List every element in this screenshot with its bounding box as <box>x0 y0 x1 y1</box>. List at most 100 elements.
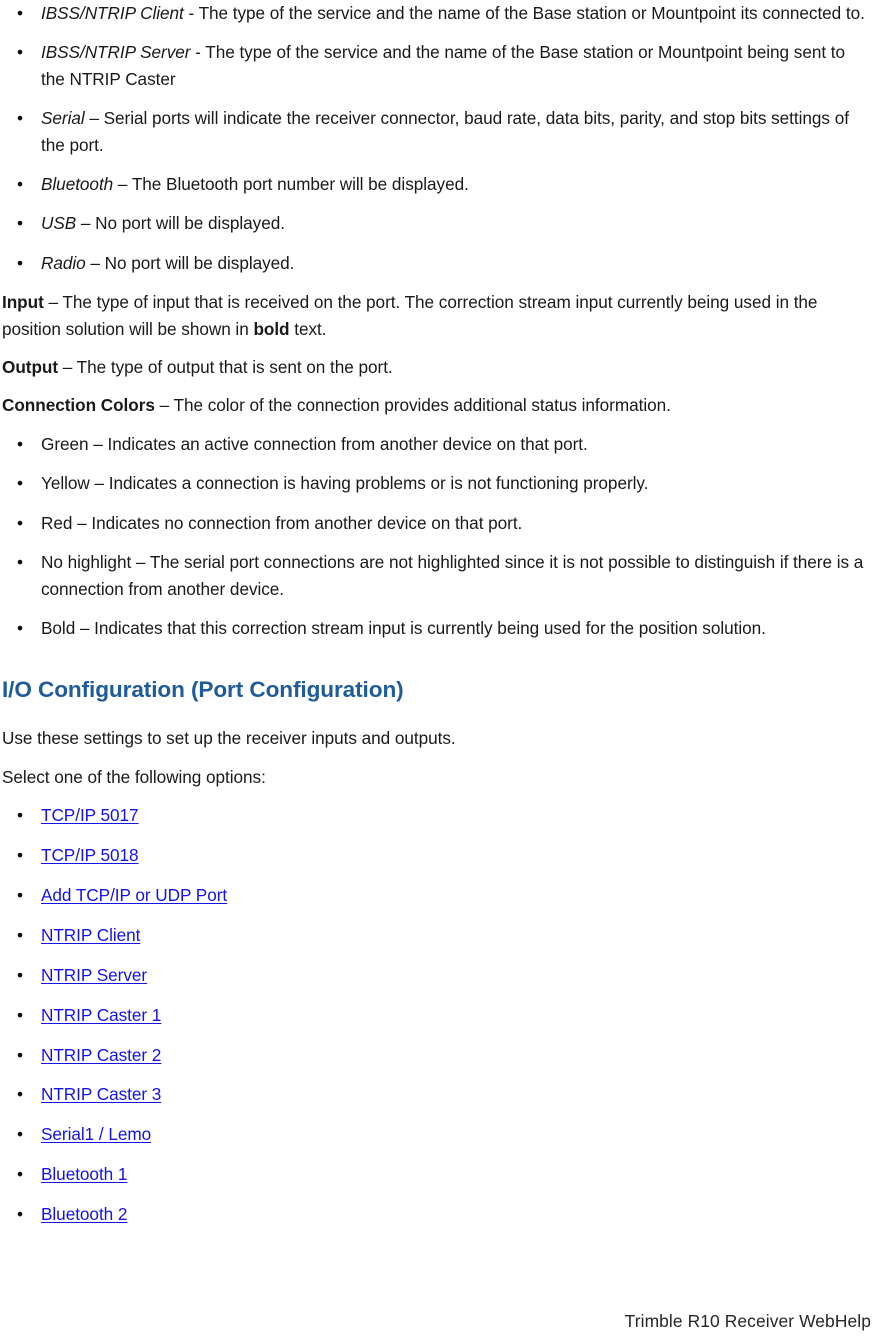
list-item-separator: – <box>84 108 104 129</box>
input-paragraph-block: Input – The type of input that is receiv… <box>2 289 871 342</box>
list-item-description: No port will be displayed. <box>104 252 295 273</box>
connection-color-bullet-list: Green – Indicates an active connection f… <box>2 431 871 641</box>
list-item-term: Radio <box>41 252 86 273</box>
list-item-term: IBSS/NTRIP Client <box>41 3 184 23</box>
input-separator: – <box>43 292 63 313</box>
list-item-term: IBSS/NTRIP Server <box>41 42 191 63</box>
connection-colors-separator: – <box>154 395 174 416</box>
list-item: Bold – Indicates that this correction st… <box>2 615 871 641</box>
document-page: IBSS/NTRIP Client - The type of the serv… <box>0 0 873 1336</box>
option-link[interactable]: TCP/IP 5017 <box>41 805 139 825</box>
list-item-description: The type of the service and the name of … <box>198 3 865 23</box>
list-item: Bluetooth – The Bluetooth port number wi… <box>2 171 871 197</box>
bullet-icon <box>17 1121 27 1147</box>
bullet-icon <box>17 882 27 908</box>
list-item-term: Bold <box>41 617 76 638</box>
list-item: Add TCP/IP or UDP Port <box>2 882 871 908</box>
bullet-icon <box>17 802 27 828</box>
list-item-term: Serial <box>41 108 85 129</box>
list-item-term: Red <box>41 512 73 533</box>
connection-colors-paragraph: Connection Colors – The color of the con… <box>2 392 871 418</box>
list-item-description: Indicates an active connection from anot… <box>107 433 588 454</box>
list-item: No highlight – The serial port connectio… <box>2 549 871 602</box>
list-item: NTRIP Caster 1 <box>2 1002 871 1028</box>
list-item-term: Green <box>41 433 89 454</box>
bullet-icon <box>17 1002 27 1028</box>
list-item-term: Yellow <box>41 473 90 494</box>
list-item-description: Indicates no connection from another dev… <box>91 512 523 533</box>
list-item: Bluetooth 1 <box>2 1161 871 1187</box>
input-text-before-bold: The type of input that is received on th… <box>2 292 818 339</box>
list-item-description: Indicates a connection is having problem… <box>108 473 649 494</box>
bullet-icon <box>17 0 27 26</box>
list-item: Bluetooth 2 <box>2 1201 871 1227</box>
bullet-icon <box>17 510 27 536</box>
list-item-separator: – <box>85 252 105 273</box>
option-link[interactable]: Serial1 / Lemo <box>41 1124 151 1144</box>
bullet-icon <box>17 842 27 868</box>
list-item-description: Serial ports will indicate the receiver … <box>41 108 849 155</box>
list-item: Green – Indicates an active connection f… <box>2 431 871 457</box>
list-item: Serial – Serial ports will indicate the … <box>2 105 871 158</box>
bullet-icon <box>17 250 27 276</box>
intro-paragraph-1-block: Use these settings to set up the receive… <box>2 725 871 751</box>
option-link[interactable]: NTRIP Caster 1 <box>41 1005 161 1025</box>
output-text: The type of output that is sent on the p… <box>76 357 393 378</box>
input-text-after-bold: text. <box>289 318 327 339</box>
list-item: NTRIP Caster 3 <box>2 1081 871 1107</box>
list-item: NTRIP Server <box>2 962 871 988</box>
list-item-term: No highlight <box>41 552 132 573</box>
intro-paragraph-1: Use these settings to set up the receive… <box>2 728 456 749</box>
section-heading-block: I/O Configuration (Port Configuration) <box>2 675 871 705</box>
output-paragraph-block: Output – The type of output that is sent… <box>2 354 871 380</box>
input-bold-word: bold <box>253 318 290 339</box>
list-item-description: The Bluetooth port number will be displa… <box>131 174 469 195</box>
list-item-separator: – <box>72 512 92 533</box>
bullet-icon <box>17 39 27 65</box>
bullet-icon <box>17 549 27 575</box>
option-link[interactable]: NTRIP Caster 3 <box>41 1084 161 1104</box>
option-link[interactable]: NTRIP Client <box>41 925 140 945</box>
bullet-icon <box>17 431 27 457</box>
bullet-icon <box>17 1201 27 1227</box>
output-label: Output <box>2 357 59 378</box>
page-title: I/O Configuration (Port Configuration) <box>2 677 404 703</box>
list-item-description: The serial port connections are not high… <box>41 552 864 599</box>
option-link[interactable]: Bluetooth 2 <box>41 1204 127 1224</box>
bullet-icon <box>17 105 27 131</box>
list-item-separator: - <box>190 42 206 63</box>
list-item: NTRIP Client <box>2 922 871 948</box>
bullet-icon <box>17 1161 27 1187</box>
bullet-icon <box>17 470 27 496</box>
list-item: Yellow – Indicates a connection is havin… <box>2 470 871 496</box>
output-separator: – <box>58 357 77 378</box>
input-paragraph: Input – The type of input that is receiv… <box>2 289 871 342</box>
list-item: IBSS/NTRIP Client - The type of the serv… <box>2 0 871 26</box>
option-link[interactable]: NTRIP Caster 2 <box>41 1045 161 1065</box>
list-item: TCP/IP 5018 <box>2 842 871 868</box>
page-content: IBSS/NTRIP Client - The type of the serv… <box>2 0 871 1241</box>
option-link-list: TCP/IP 5017 TCP/IP 5018 Add TCP/IP or UDP … <box>2 802 871 1227</box>
option-link[interactable]: NTRIP Server <box>41 965 147 985</box>
bullet-icon <box>17 615 27 641</box>
list-item: Red – Indicates no connection from anoth… <box>2 510 871 536</box>
intro-paragraph-2: Select one of the following options: <box>2 766 266 787</box>
bullet-icon <box>17 1081 27 1107</box>
option-link[interactable]: TCP/IP 5018 <box>41 845 139 865</box>
list-item-term: Bluetooth <box>41 174 114 195</box>
connection-colors-label: Connection Colors <box>2 395 155 416</box>
page-footer: Trimble R10 Receiver WebHelp <box>624 1311 871 1331</box>
list-item-separator: – <box>88 433 108 454</box>
list-item: Radio – No port will be displayed. <box>2 250 871 276</box>
option-link[interactable]: Add TCP/IP or UDP Port <box>41 885 227 905</box>
list-item-description: No port will be displayed. <box>95 213 285 234</box>
list-item-separator: – <box>75 617 95 638</box>
bullet-icon <box>17 922 27 948</box>
port-type-bullet-list: IBSS/NTRIP Client - The type of the serv… <box>2 0 871 276</box>
bullet-icon <box>17 1042 27 1068</box>
connection-colors-text: The color of the connection provides add… <box>173 395 671 416</box>
list-item: TCP/IP 5017 <box>2 802 871 828</box>
list-item: IBSS/NTRIP Server - The type of the serv… <box>2 39 871 92</box>
option-link[interactable]: Bluetooth 1 <box>41 1164 127 1184</box>
list-item: Serial1 / Lemo <box>2 1121 871 1147</box>
